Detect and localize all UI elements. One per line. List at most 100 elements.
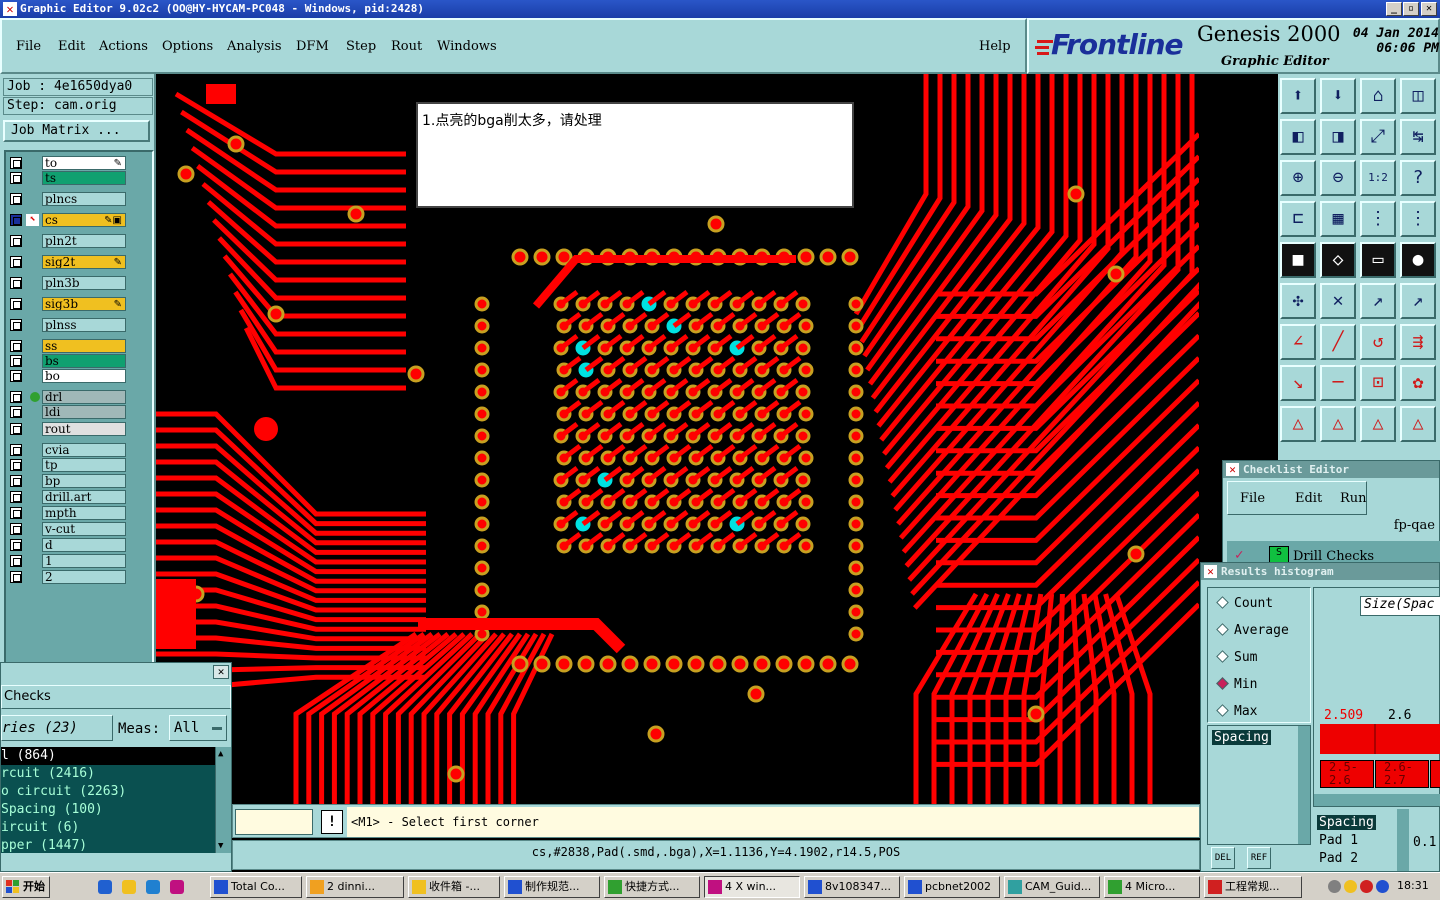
step-tool[interactable]: ⇶ [1400, 324, 1436, 360]
taskbar-item[interactable]: 工程常规... [1204, 876, 1302, 898]
zoom-in-tool[interactable]: ⊕ [1280, 160, 1316, 196]
arc-tool[interactable]: ↺ [1360, 324, 1396, 360]
detail-scrollbar[interactable] [1397, 809, 1409, 871]
layer-checkbox[interactable] [10, 157, 22, 169]
taskbar-item[interactable]: CAM_Guid... [1004, 876, 1100, 898]
layer-row-plnss[interactable]: plnss [9, 318, 127, 332]
grid-tool[interactable]: ▦ [1320, 201, 1356, 237]
checks-row[interactable]: Spacing (100) [1, 801, 215, 819]
help-tool[interactable]: ? [1400, 160, 1436, 196]
layer-checkbox[interactable] [10, 235, 22, 247]
option-average[interactable]: Average [1216, 623, 1289, 638]
pan-left-tool[interactable]: ◧ [1280, 119, 1316, 155]
layer-row-d[interactable]: d [9, 538, 127, 552]
layer-row-sig3b[interactable]: sig3b ✎ [9, 297, 127, 311]
taskbar-item[interactable]: 快捷方式... [604, 876, 700, 898]
zoom-one-to-one-tool[interactable]: 1:2 [1360, 160, 1396, 196]
delta-tool[interactable]: △ [1360, 406, 1396, 442]
checklist-menu-file[interactable]: File [1240, 491, 1265, 506]
ruler-tool[interactable]: ▭ [1360, 242, 1396, 278]
move-alt-tool[interactable]: ↗ [1400, 283, 1436, 319]
layer-row-drl[interactable]: drl [9, 390, 127, 404]
layer-checkbox[interactable] [10, 277, 22, 289]
net-edit-tool[interactable]: ⋮ [1400, 201, 1436, 237]
circle-tool[interactable]: ● [1400, 242, 1436, 278]
ref-button[interactable]: REF [1247, 847, 1271, 869]
command-input[interactable] [235, 809, 313, 835]
delta-line-tool[interactable]: △ [1400, 406, 1436, 442]
triangle-bar-tool[interactable]: △ [1320, 406, 1356, 442]
pan-right-tool[interactable]: ◨ [1320, 119, 1356, 155]
checks-row[interactable]: rcuit (2416) [1, 765, 215, 783]
menu-edit[interactable]: Edit [58, 39, 85, 54]
layer-checkbox[interactable] [10, 523, 22, 535]
layer-row-bo[interactable]: bo [9, 369, 127, 383]
bin-label-0[interactable]: 2.5- 2.6 [1320, 760, 1374, 788]
option-max[interactable]: Max [1216, 704, 1257, 719]
layer-row-cvia[interactable]: cvia [9, 443, 127, 457]
menu-help[interactable]: Help [979, 39, 1011, 54]
layer-checkbox[interactable] [10, 491, 22, 503]
layer-row-drill.art[interactable]: drill.art [9, 490, 127, 504]
histogram-close-icon[interactable]: ✕ [1204, 565, 1217, 578]
home-up-tool[interactable]: ⬆ [1280, 78, 1316, 114]
resize-tool[interactable]: ⊡ [1360, 365, 1396, 401]
split-window-tool[interactable]: ◫ [1400, 78, 1436, 114]
tray-chevron-icon[interactable] [1328, 880, 1341, 893]
taskbar-item[interactable]: 制作规范... [504, 876, 600, 898]
layer-checkbox[interactable] [10, 340, 22, 352]
bin-partial[interactable] [1430, 760, 1440, 788]
layer-row-cs[interactable]: ⬉ cs ✎▣ [9, 213, 127, 227]
line-tool[interactable]: ╱ [1320, 324, 1356, 360]
zoom-out-tool[interactable]: ⊖ [1320, 160, 1356, 196]
layer-row-ts[interactable]: ts [9, 171, 127, 185]
menu-rout[interactable]: Rout [391, 39, 422, 54]
histogram-hscrollbar[interactable] [1314, 794, 1440, 806]
route-tool[interactable]: ↘ [1280, 365, 1316, 401]
layer-checkbox[interactable] [10, 256, 22, 268]
job-matrix-button[interactable]: Job Matrix ... [3, 120, 150, 142]
scroll-down-icon[interactable]: ▼ [218, 841, 223, 851]
zoom-fit-tool[interactable]: ⤢ [1360, 119, 1396, 155]
taskbar-item[interactable]: Total Co... [210, 876, 302, 898]
layer-row-pln3b[interactable]: pln3b [9, 276, 127, 290]
menu-dfm[interactable]: DFM [296, 39, 329, 54]
layer-checkbox[interactable] [10, 555, 22, 567]
minimize-button[interactable]: _ [1386, 2, 1402, 16]
layer-checkbox[interactable] [10, 507, 22, 519]
layer-checkbox[interactable] [10, 298, 22, 310]
ie-icon[interactable] [98, 880, 112, 894]
layer-checkbox[interactable] [10, 459, 22, 471]
layer-checkbox[interactable] [10, 444, 22, 456]
layer-row-pln2t[interactable]: pln2t [9, 234, 127, 248]
checks-scrollbar[interactable]: ▲ ▼ [215, 747, 231, 853]
layer-checkbox[interactable] [10, 214, 22, 226]
menu-step[interactable]: Step [346, 39, 376, 54]
pad-tool[interactable]: ■ [1280, 242, 1316, 278]
checks-row[interactable]: pper (1447) [1, 837, 215, 853]
zoom-split-tool[interactable]: ↹ [1400, 119, 1436, 155]
layer-row-plncs[interactable]: plncs [9, 192, 127, 206]
layer-checkbox[interactable] [10, 355, 22, 367]
menu-options[interactable]: Options [162, 39, 213, 54]
layer-checkbox[interactable] [10, 193, 22, 205]
option-count[interactable]: Count [1216, 596, 1273, 611]
layer-row-rout[interactable]: rout [9, 422, 127, 436]
cross-tool[interactable]: ✕ [1320, 283, 1356, 319]
alert-icon[interactable]: ! [321, 810, 343, 834]
type-spacing[interactable]: Spacing [1212, 730, 1271, 745]
nodes-tool[interactable]: ✣ [1280, 283, 1316, 319]
layer-row-to[interactable]: to ✎ [9, 156, 127, 170]
layer-row-mpth[interactable]: mpth [9, 506, 127, 520]
layer-row-ldi[interactable]: ldi [9, 405, 127, 419]
bin-label-1[interactable]: 2.6- 2.7 [1375, 760, 1429, 788]
polygon-tool[interactable]: ◇ [1320, 242, 1356, 278]
histogram-bar[interactable] [1320, 724, 1440, 754]
menu-analysis[interactable]: Analysis [227, 39, 282, 54]
size-field[interactable]: Size(Spac [1360, 596, 1440, 616]
layer-checkbox[interactable] [10, 391, 22, 403]
shapes-tool[interactable]: ✿ [1400, 365, 1436, 401]
clock-icon[interactable] [122, 880, 136, 894]
checklist-menu-run[interactable]: Run [1340, 491, 1367, 506]
close-x-icon[interactable] [170, 880, 184, 894]
